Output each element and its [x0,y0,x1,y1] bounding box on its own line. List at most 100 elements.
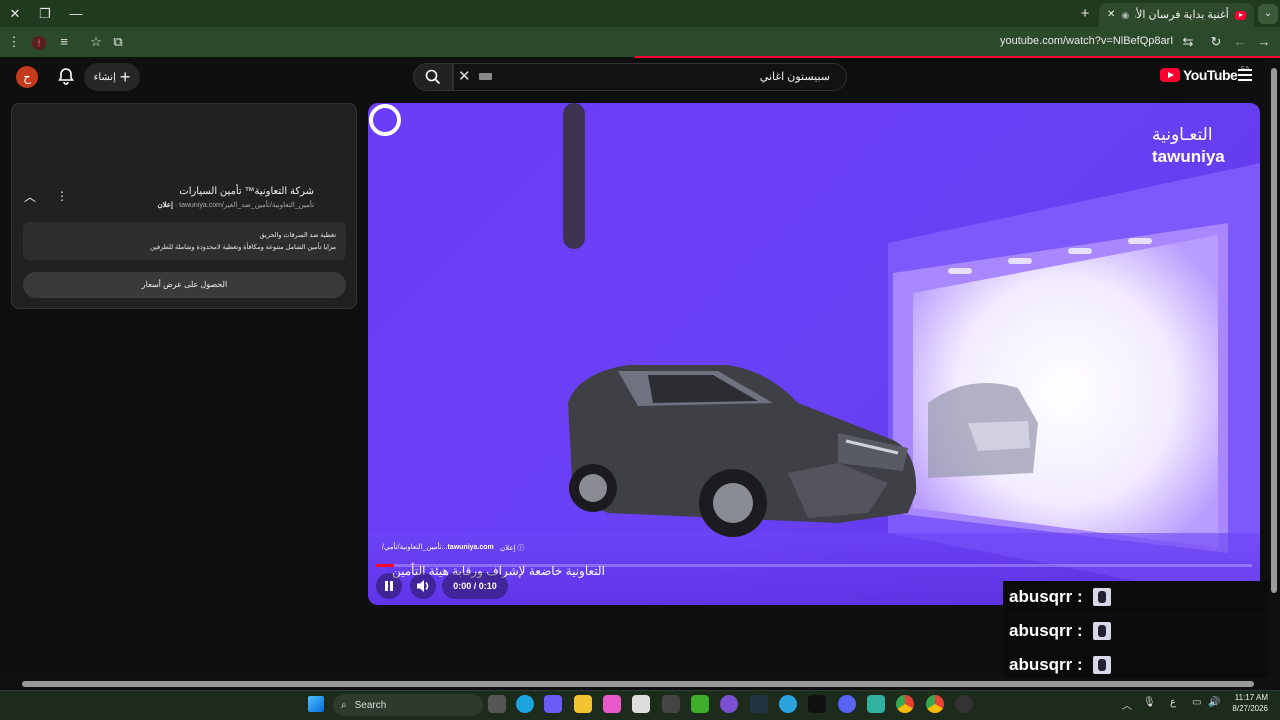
restore-window-icon[interactable]: ❐ [35,4,55,24]
vpn-icon[interactable] [750,695,768,713]
tab-youtube[interactable]: ✕ ◉ أغنية بداية فرسان الأرض - سـ [1099,3,1254,27]
install-app-icon[interactable]: ⧉ [108,32,128,52]
kebab-menu-icon[interactable]: ⋮ [4,32,24,52]
create-label: إنشاء [93,71,116,83]
volume-button[interactable] [410,573,436,599]
microphone-icon[interactable]: 🎙 [1143,697,1156,708]
profile-icon[interactable]: ! [29,32,49,52]
car [568,365,917,537]
collapse-chevron-icon[interactable]: ︿ [24,188,36,205]
volume-icon [417,580,429,592]
youtube-favicon-icon [1234,10,1246,20]
chat-username: abusqrr : [1009,655,1083,674]
minecraft-icon[interactable] [691,695,709,713]
task-view-icon[interactable] [488,695,506,713]
tiktok-icon[interactable] [808,695,826,713]
search-query[interactable]: سبيستون اغاني [600,70,830,83]
youtube-logo[interactable]: YouTube SA [1160,66,1250,83]
chat-avatar-icon [1092,656,1111,674]
reading-list-icon[interactable]: ≡ [54,32,74,52]
office-icon[interactable] [603,695,621,713]
ad-options-icon[interactable]: ⋮ [56,189,68,203]
clear-search-icon[interactable]: ✕ [458,67,471,85]
chat-avatar-icon [1092,588,1111,606]
steam-icon[interactable] [955,695,973,713]
time-display: 0:00 / 0:10 [442,573,508,599]
logo-text: YouTube [1183,67,1238,83]
ad-title[interactable]: شركة التعاونية™ تأمين السيارات [179,186,314,197]
ad-domain: tawuniya.com [179,202,222,209]
telegram-icon[interactable] [779,695,797,713]
video-ad-label-text: إعلان [500,545,516,552]
vertical-scroll-thumb[interactable] [1271,68,1277,593]
notifications-bell-icon[interactable] [56,66,76,86]
site-settings-icon[interactable]: ⇆ [1178,32,1198,52]
clock-date[interactable]: 8/27/2026 [1228,704,1268,713]
chat-app-icon[interactable] [720,695,738,713]
search-button[interactable] [413,63,453,91]
taskbar-search[interactable]: ⌕ Search [333,694,483,716]
hamburger-menu-icon[interactable] [1238,69,1252,84]
language-indicator[interactable]: ع [1170,697,1176,708]
ad-description-box: تغطية ضد السرقات والحريق مزايا تأمين الش… [23,222,346,260]
horizontal-scrollbar[interactable] [0,678,1280,690]
audio-icon: ◉ [1121,10,1130,20]
video-ad-label: إعلان ⓘ [500,545,525,552]
ad-sponsored-label: إعلان [157,202,173,209]
browser-titlebar: ✕ ❐ — + ✕ ◉ أغنية بداية فرسان الأرض - سـ… [0,0,1280,27]
reload-icon[interactable]: ↻ [1206,32,1226,52]
edge-icon[interactable] [516,695,534,713]
network-icon[interactable]: ▭ [1192,697,1201,708]
search-icon [425,69,441,85]
chrome-icon[interactable] [896,695,914,713]
get-quote-button[interactable]: الحصول على عرض أسعار [23,272,346,298]
brand-english: tawuniya [1152,147,1225,166]
tray-chevron-icon[interactable]: ︿ [1122,697,1132,712]
chat-line: abusqrr : [1003,615,1271,647]
chrome-active-icon[interactable] [926,695,944,713]
clock-time[interactable]: 11:17 AM [1228,693,1268,702]
progress-fill [376,564,394,567]
avatar[interactable]: ح [16,66,38,88]
back-icon[interactable]: → [1254,32,1274,52]
app-icon[interactable] [662,695,680,713]
ad-companion-panel: ︿ ⋮ شركة التعاونية™ تأمين السيارات إعلان… [11,103,357,309]
tab-search-icon[interactable]: ⌄ [1258,4,1278,24]
video-frame-illustration [368,103,1260,605]
tawuniya-logo-icon [369,104,401,136]
new-tab-icon[interactable]: + [1075,4,1095,24]
video-ad-domain[interactable]: /تأمين_التعاونية/تأمي...tawuniya.com [382,543,494,551]
horizontal-scroll-thumb[interactable] [22,681,1254,687]
close-tab-icon[interactable]: ✕ [1107,3,1115,27]
brand-arabic: التعـاونية [1152,125,1213,145]
video-ad-domain-text: tawuniya.com [447,544,494,551]
copilot-icon[interactable] [544,695,562,713]
ad-line-2: مزايا تأمين الشامل متنوعة ومكافأة وتغطية… [150,244,336,251]
taskbar-search-label: Search [354,699,387,711]
close-window-icon[interactable]: ✕ [5,4,25,24]
store-icon[interactable] [632,695,650,713]
vertical-scrollbar[interactable] [1268,58,1280,678]
reflection-car [928,383,1038,478]
speaker-icon[interactable]: 🔊 [1208,697,1220,708]
forward-icon[interactable]: ← [1230,32,1250,52]
youtube-play-icon [1160,68,1180,82]
url-text[interactable]: youtube.com/watch?v=NlBefQp8arI [1000,35,1173,47]
keyboard-icon[interactable] [479,73,492,80]
chat-username: abusqrr : [1009,621,1083,640]
create-button[interactable]: إنشاء + [84,63,140,91]
file-explorer-icon[interactable] [574,695,592,713]
video-ad-path: /تأمين_التعاونية/تأمي... [382,544,448,551]
minimize-window-icon[interactable]: — [66,4,86,24]
ad-line-1: تغطية ضد السرقات والحريق [259,232,336,239]
chat-line: abusqrr : [1003,581,1271,613]
windows-start-icon[interactable] [308,696,324,712]
address-toolbar: ⋮ ! ≡ ☆ ⧉ youtube.com/watch?v=NlBefQp8ar… [0,27,1280,57]
app-icon[interactable] [867,695,885,713]
video-player[interactable]: التعـاونية tawuniya إعلان ⓘ /تأمين_التعا… [368,103,1260,605]
discord-icon[interactable] [838,695,856,713]
search-icon: ⌕ [341,699,347,711]
chat-username: abusqrr : [1009,587,1083,606]
bookmark-star-icon[interactable]: ☆ [86,32,106,52]
pause-button[interactable] [376,573,402,599]
